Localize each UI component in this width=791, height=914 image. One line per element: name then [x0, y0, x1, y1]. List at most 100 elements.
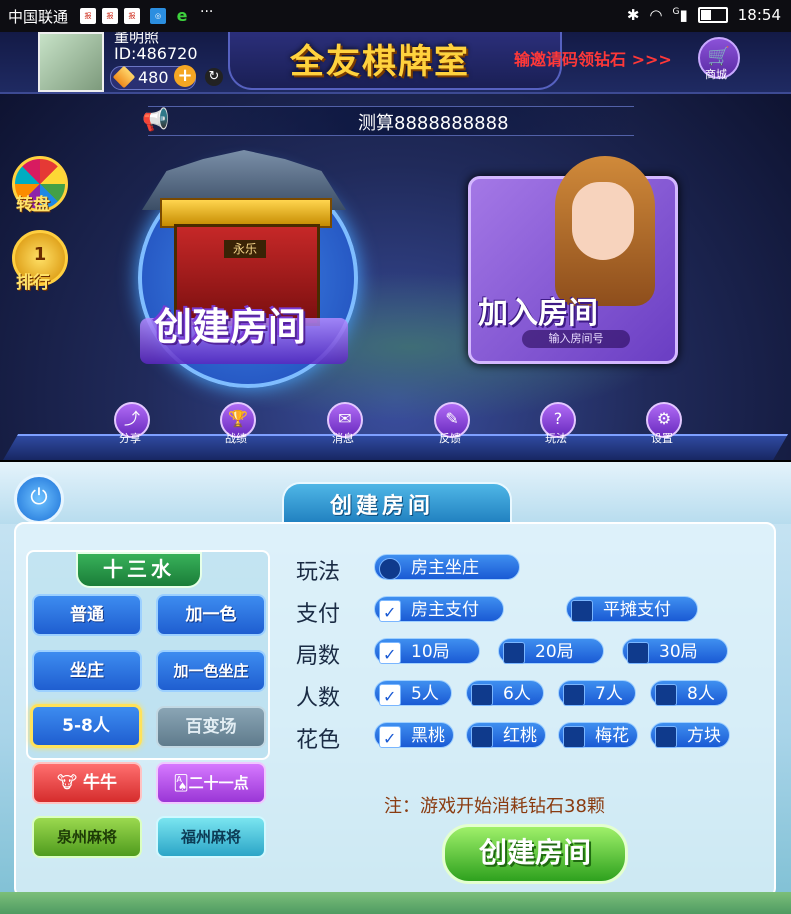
- create-room-card[interactable]: 永乐 创建房间: [138, 150, 358, 388]
- rounds-20-option[interactable]: 20局: [498, 638, 604, 664]
- create-room-button[interactable]: 创建房间: [442, 824, 628, 884]
- nav-rules-label[interactable]: 玩法: [536, 430, 576, 446]
- cost-note: 注：游戏开始消耗钻石38颗: [384, 796, 605, 817]
- room-number-input[interactable]: 输入房间号: [522, 330, 630, 348]
- checkbox-icon: [379, 726, 401, 752]
- play-mode-label: 玩法: [296, 560, 341, 585]
- status-right: ✱ ◠ G▮ 18:54: [627, 6, 781, 24]
- nav-share-label[interactable]: 分享: [110, 430, 150, 446]
- refresh-icon[interactable]: ↻: [205, 68, 223, 86]
- signal-icon: G▮: [672, 6, 688, 24]
- quanzhou-mahjong-label: 泉州麻将: [56, 828, 117, 846]
- lobby-screen: 董明照 ID:486720 480 + ↻ 全友棋牌室 输邀请码领钻石 >>> …: [0, 32, 791, 460]
- pay-split-label: 平摊支付: [603, 600, 671, 620]
- checkbox-icon: [379, 684, 401, 710]
- rounds-20-label: 20局: [535, 642, 574, 662]
- rank-badge: 1: [33, 244, 47, 265]
- checkbox-icon: [627, 642, 649, 664]
- mode-normal-button[interactable]: 普通: [32, 594, 142, 636]
- blackjack-button[interactable]: 🂡二十一点: [156, 762, 266, 804]
- nav-feedback-label[interactable]: 反馈: [430, 430, 470, 446]
- suit-heart-label: 红桃: [503, 726, 537, 746]
- players-8-option[interactable]: 8人: [650, 680, 728, 706]
- close-power-button[interactable]: ⏻: [14, 474, 64, 524]
- notice-text: 测算8888888888: [358, 113, 509, 134]
- players-6-option[interactable]: 6人: [466, 680, 544, 706]
- checkbox-icon: [471, 684, 493, 706]
- suit-spade-option[interactable]: 黑桃: [374, 722, 454, 752]
- dialog-title: 创建房间: [330, 494, 435, 519]
- diamond-count: 480: [138, 68, 169, 87]
- mode-5-8-players-button[interactable]: 5-8人: [30, 704, 142, 748]
- ie-icon: e: [176, 8, 188, 24]
- checkbox-icon: [655, 726, 677, 748]
- nav-settings-label[interactable]: 设置: [642, 430, 682, 446]
- suit-club-label: 梅花: [595, 726, 629, 746]
- browser-icon: ◎: [150, 8, 166, 24]
- payment-label: 支付: [296, 602, 341, 627]
- checkbox-icon: [655, 684, 677, 706]
- news-icon: 报: [80, 8, 96, 24]
- create-room-dialog: ⏻ 创建房间 十三水 普通 加一色 坐庄 加一色坐庄 5-8人 百变场 🐮 牛牛…: [0, 462, 791, 914]
- checkbox-icon: [563, 726, 585, 748]
- game-type-header: 十三水: [76, 552, 202, 588]
- players-5-option[interactable]: 5人: [374, 680, 452, 710]
- fuzhou-mahjong-button[interactable]: 福州麻将: [156, 816, 266, 858]
- players-8-label: 8人: [687, 684, 715, 704]
- avatar[interactable]: [38, 32, 104, 92]
- pay-owner-option[interactable]: 房主支付: [374, 596, 504, 626]
- quanzhou-mahjong-button[interactable]: 泉州麻将: [32, 816, 142, 858]
- invite-code-link[interactable]: 输邀请码领钻石 >>>: [514, 46, 672, 70]
- checkbox-icon: [503, 642, 525, 664]
- more-icon: ···: [200, 4, 214, 20]
- grass-decoration: [0, 892, 791, 914]
- mode-extra-suit-button[interactable]: 加一色: [156, 594, 266, 636]
- blackjack-label: 二十一点: [188, 774, 249, 792]
- pay-split-option[interactable]: 平摊支付: [566, 596, 698, 622]
- players-label: 人数: [296, 686, 341, 711]
- rounds-30-label: 30局: [659, 642, 698, 662]
- rounds-10-label: 10局: [411, 642, 450, 662]
- mode-banker-button[interactable]: 坐庄: [32, 650, 142, 692]
- nav-messages-label[interactable]: 消息: [323, 430, 363, 446]
- suit-club-option[interactable]: 梅花: [558, 722, 638, 748]
- speaker-icon: 📢: [142, 108, 170, 133]
- checkbox-icon: [571, 600, 593, 622]
- players-6-label: 6人: [503, 684, 531, 704]
- page-title: 全友棋牌室: [290, 42, 470, 82]
- players-7-label: 7人: [595, 684, 623, 704]
- players-5-label: 5人: [411, 684, 439, 704]
- carrier-name: 中国联通: [8, 8, 69, 26]
- power-icon: ⏻: [30, 485, 48, 510]
- mode-extra-suit-banker-button[interactable]: 加一色坐庄: [156, 650, 266, 692]
- niuniu-button[interactable]: 🐮 牛牛: [32, 762, 142, 804]
- play-mode-value: 房主坐庄: [411, 558, 479, 578]
- play-mode-option[interactable]: 房主坐庄: [374, 554, 520, 580]
- cart-icon: 🛒: [707, 46, 731, 67]
- suit-heart-option[interactable]: 红桃: [466, 722, 546, 748]
- add-diamond-button[interactable]: +: [174, 65, 196, 87]
- pay-owner-label: 房主支付: [411, 600, 479, 620]
- checkbox-icon: [563, 684, 585, 706]
- player-id: ID:486720: [114, 44, 198, 63]
- suit-diamond-label: 方块: [687, 726, 721, 746]
- character-face: [572, 182, 634, 260]
- checkbox-icon: [379, 600, 401, 626]
- pavilion-sign: 永乐: [224, 240, 266, 258]
- suit-label: 花色: [296, 728, 341, 753]
- mode-wildcard-button[interactable]: 百变场: [156, 706, 266, 748]
- news-icon: 报: [124, 8, 140, 24]
- wheel-label: 转盘: [16, 195, 50, 215]
- nav-records-label[interactable]: 战绩: [216, 430, 256, 446]
- rounds-10-option[interactable]: 10局: [374, 638, 480, 668]
- players-7-option[interactable]: 7人: [558, 680, 636, 706]
- rounds-30-option[interactable]: 30局: [622, 638, 728, 664]
- cards-icon: 🂡: [173, 774, 189, 792]
- suit-diamond-option[interactable]: 方块: [650, 722, 730, 748]
- clock: 18:54: [737, 6, 781, 24]
- news-icon: 报: [102, 8, 118, 24]
- shop-label: 商城: [705, 68, 727, 81]
- join-room-label[interactable]: 加入房间: [478, 288, 598, 332]
- status-bar: 中国联通 报 报 报 ◎ e ··· ✱ ◠ G▮ 18:54: [0, 0, 791, 32]
- battery-icon: [697, 7, 728, 23]
